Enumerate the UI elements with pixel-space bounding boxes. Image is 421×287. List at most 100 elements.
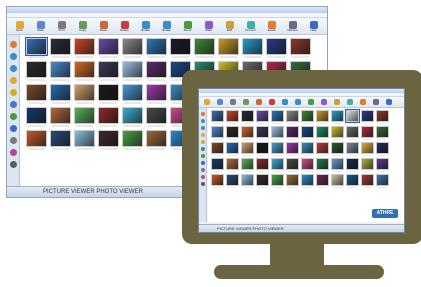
info-icon[interactable] xyxy=(200,161,205,165)
favorites-icon[interactable] xyxy=(9,89,17,96)
toolbar-button-settings[interactable] xyxy=(370,99,382,105)
folder-icon[interactable] xyxy=(9,77,17,84)
toolbar-button-email[interactable] xyxy=(357,99,369,105)
thumbnail-item[interactable] xyxy=(146,107,167,127)
forward-icon[interactable] xyxy=(200,126,205,130)
thumbnail-item[interactable] xyxy=(211,142,224,156)
thumbnail-item[interactable] xyxy=(286,126,299,140)
info-icon[interactable] xyxy=(9,125,17,132)
toolbar-button-folder[interactable] xyxy=(201,99,213,105)
thumbnail-item[interactable] xyxy=(346,174,359,188)
folder-icon[interactable] xyxy=(200,133,205,137)
thumbnail-item[interactable] xyxy=(331,142,344,156)
thumbnail-item[interactable] xyxy=(316,126,329,140)
thumbnail-item[interactable] xyxy=(74,84,95,104)
thumbnail-item[interactable] xyxy=(271,126,284,140)
thumbnail-item[interactable] xyxy=(346,158,359,172)
thumbnail-item[interactable] xyxy=(316,110,329,124)
thumbnail-item[interactable] xyxy=(301,110,314,124)
thumbnail-item[interactable] xyxy=(376,158,389,172)
toolbar-button-folder[interactable]: Open xyxy=(10,20,29,32)
thumbnail-item[interactable] xyxy=(122,61,143,81)
thumbnail-item[interactable] xyxy=(226,158,239,172)
thumbnail-item[interactable] xyxy=(301,142,314,156)
toolbar-button-help[interactable] xyxy=(383,99,395,105)
tag-icon[interactable] xyxy=(9,149,17,156)
thumbnail-item[interactable] xyxy=(376,110,389,124)
thumbnail-item[interactable] xyxy=(316,158,329,172)
refresh-icon[interactable] xyxy=(200,154,205,158)
thumbnail-item[interactable] xyxy=(286,158,299,172)
toolbar-button-settings[interactable]: Options xyxy=(283,20,302,32)
thumbnail-item[interactable] xyxy=(50,130,71,150)
toolbar-button-rotate-left[interactable] xyxy=(279,99,291,105)
toolbar-button-print[interactable]: Print xyxy=(52,20,71,32)
thumbnail-item[interactable] xyxy=(316,142,329,156)
thumbnail-item[interactable] xyxy=(301,174,314,188)
toolbar-button-zoom[interactable]: Zoom xyxy=(178,20,197,32)
thumbnail-item[interactable] xyxy=(256,142,269,156)
refresh-icon[interactable] xyxy=(9,113,17,120)
thumbnail-item[interactable] xyxy=(26,61,47,81)
thumbnail-item[interactable] xyxy=(98,61,119,81)
toolbar-button-email[interactable]: Email xyxy=(262,20,281,32)
thumbnail-item[interactable] xyxy=(331,126,344,140)
thumbnail-item[interactable] xyxy=(331,158,344,172)
toolbar-button-move[interactable] xyxy=(253,99,265,105)
thumbnail-item[interactable] xyxy=(146,84,167,104)
thumbnail-item[interactable] xyxy=(74,107,95,127)
thumbnail-item[interactable] xyxy=(256,126,269,140)
toolbar-button-move[interactable]: Move xyxy=(94,20,113,32)
thumbnail-item[interactable] xyxy=(26,84,47,104)
thumbnail-item[interactable] xyxy=(286,110,299,124)
thumbnail-item[interactable] xyxy=(50,61,71,81)
home-icon[interactable] xyxy=(9,41,17,48)
thumbnail-item[interactable] xyxy=(301,126,314,140)
thumbnail-item[interactable] xyxy=(25,37,48,58)
toolbar-button-save[interactable]: Save xyxy=(31,20,50,32)
thumbnail-item[interactable] xyxy=(98,130,119,150)
thumbnail-item[interactable] xyxy=(331,110,344,124)
thumbnail-item[interactable] xyxy=(290,38,311,58)
thumbnail-item[interactable] xyxy=(331,174,344,188)
thumbnail-item[interactable] xyxy=(256,174,269,188)
thumbnail-item[interactable] xyxy=(226,142,239,156)
toolbar-button-help[interactable]: Help xyxy=(304,20,323,32)
thumbnail-item[interactable] xyxy=(50,84,71,104)
thumbnail-item[interactable] xyxy=(98,38,119,58)
thumbnail-item[interactable] xyxy=(241,158,254,172)
thumbnail-item[interactable] xyxy=(301,158,314,172)
toolbar-button-save[interactable] xyxy=(214,99,226,105)
back-icon[interactable] xyxy=(9,53,17,60)
thumbnail-item[interactable] xyxy=(26,107,47,127)
thumbnail-item[interactable] xyxy=(241,142,254,156)
toolbar-button-rotate-right[interactable]: Rotate xyxy=(157,20,176,32)
toolbar-button-rotate-right[interactable] xyxy=(292,99,304,105)
thumbnail-item[interactable] xyxy=(122,84,143,104)
thumbnail-item[interactable] xyxy=(50,38,71,58)
thumbnail-item[interactable] xyxy=(346,142,359,156)
thumbnail-item[interactable] xyxy=(376,126,389,140)
toolbar-button-print[interactable] xyxy=(227,99,239,105)
filter-icon[interactable] xyxy=(9,137,17,144)
thumbnail-item[interactable] xyxy=(242,38,263,58)
search-icon[interactable] xyxy=(9,101,17,108)
toolbar-button-edit[interactable]: Edit xyxy=(220,20,239,32)
search-icon[interactable] xyxy=(200,147,205,151)
thumbnail-item[interactable] xyxy=(271,158,284,172)
thumbnail-item[interactable] xyxy=(122,107,143,127)
thumbnail-item[interactable] xyxy=(26,130,47,150)
thumbnail-item[interactable] xyxy=(241,126,254,140)
toolbar-button-copy[interactable]: Copy xyxy=(73,20,92,32)
thumbnail-item[interactable] xyxy=(346,126,359,140)
thumbnail-item[interactable] xyxy=(226,126,239,140)
home-icon[interactable] xyxy=(200,112,205,116)
thumbnail-item[interactable] xyxy=(122,130,143,150)
tag-icon[interactable] xyxy=(200,175,205,179)
thumbnail-item[interactable] xyxy=(170,38,191,58)
thumbnail-item[interactable] xyxy=(376,174,389,188)
thumbnail-item[interactable] xyxy=(146,38,167,58)
thumbnail-item[interactable] xyxy=(74,38,95,58)
thumbnail-item[interactable] xyxy=(361,158,374,172)
thumbnail-item[interactable] xyxy=(74,61,95,81)
